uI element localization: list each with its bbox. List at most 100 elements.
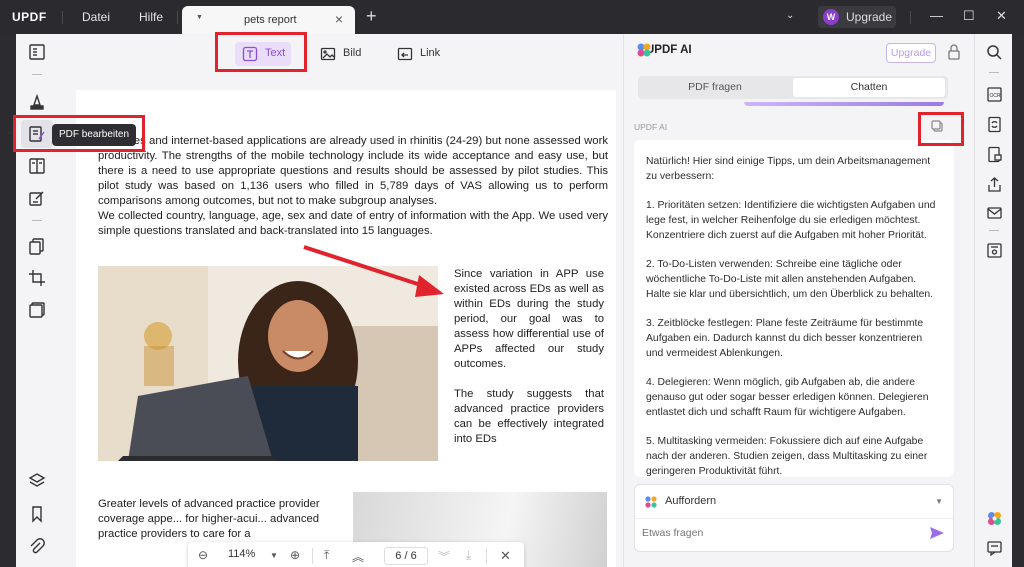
tab-chat[interactable]: Chatten xyxy=(793,78,945,97)
response-paragraph: Natürlich! Hier sind einige Tipps, um de… xyxy=(646,156,931,182)
paragraph[interactable]: The study suggests that advanced practic… xyxy=(454,387,604,447)
annotation-box-edit-tool xyxy=(13,115,145,152)
divider xyxy=(910,11,911,24)
paragraph[interactable]: Since variation in APP use existed acros… xyxy=(454,267,604,372)
zoom-out-icon[interactable]: ⊖ xyxy=(198,548,208,562)
first-page-icon[interactable]: ⤒ xyxy=(324,548,329,563)
divider xyxy=(177,11,178,24)
title-bar: UPDF Datei Hilfe ▼ pets report × + ⌄ W U… xyxy=(0,0,1024,34)
ai-response-bubble: Natürlich! Hier sind einige Tipps, um de… xyxy=(634,140,954,477)
protect-icon[interactable] xyxy=(984,144,1004,164)
convert-icon[interactable] xyxy=(984,114,1004,134)
send-icon[interactable] xyxy=(929,526,945,540)
active-tab-indicator xyxy=(744,102,944,106)
zoom-in-icon[interactable]: ⊕ xyxy=(290,548,300,562)
minimize-button[interactable]: — xyxy=(930,8,943,23)
paragraph[interactable]: We collected country, language, age, sex… xyxy=(98,209,608,239)
divider xyxy=(486,548,487,564)
ai-logo-icon xyxy=(637,43,651,57)
menu-help[interactable]: Hilfe xyxy=(139,10,163,24)
prompt-icon xyxy=(645,496,657,508)
tab-title: pets report xyxy=(244,14,297,26)
comment-highlighter-icon[interactable] xyxy=(27,92,47,112)
ocr-icon[interactable]: OCR xyxy=(984,84,1004,104)
compress-icon[interactable] xyxy=(27,300,47,320)
annotation-box-text-tool xyxy=(215,32,307,72)
divider xyxy=(32,74,42,75)
tab-caret-icon[interactable]: ▼ xyxy=(196,14,203,21)
share-icon[interactable] xyxy=(984,174,1004,194)
previous-page-icon[interactable]: ︽ xyxy=(352,548,364,565)
pdf-page: ...devices and internet-based applicatio… xyxy=(76,90,616,567)
paragraph[interactable]: Greater levels of advanced practice prov… xyxy=(98,497,348,542)
form-edit-icon[interactable] xyxy=(27,188,47,208)
lock-icon[interactable] xyxy=(947,44,961,65)
window-close-button[interactable]: ✕ xyxy=(996,8,1007,24)
page-organize-icon[interactable] xyxy=(27,156,47,176)
tabs-dropdown-icon[interactable]: ⌄ xyxy=(786,10,794,21)
save-icon[interactable] xyxy=(984,240,1004,260)
current-page: 6 xyxy=(395,550,402,562)
prompt-selector[interactable]: Auffordern xyxy=(665,495,716,507)
ai-input-box: Auffordern ▼ xyxy=(634,484,954,552)
avatar: W xyxy=(823,9,839,25)
ask-input[interactable] xyxy=(642,527,912,539)
tab-close-button[interactable]: × xyxy=(335,11,343,27)
search-icon[interactable] xyxy=(984,42,1004,62)
add-tab-button[interactable]: + xyxy=(366,6,377,27)
tab-ask-pdf[interactable]: PDF fragen xyxy=(640,78,790,97)
document-tab[interactable]: ▼ pets report × xyxy=(182,6,355,34)
svg-text:OCR: OCR xyxy=(989,93,1001,99)
app-window: Text Bild Link ...devices and internet-b… xyxy=(16,34,1012,567)
updf-ai-icon[interactable] xyxy=(984,508,1004,528)
link-tool-button[interactable]: Link xyxy=(390,42,442,66)
crop-icon[interactable] xyxy=(27,268,47,288)
document-area: Text Bild Link ...devices and internet-b… xyxy=(59,34,624,567)
response-paragraph: 2. To-Do-Listen verwenden: Schreibe eine… xyxy=(646,259,934,300)
message-sender-label: UPDF AI xyxy=(634,122,668,132)
right-sidebar: OCR xyxy=(974,34,1012,567)
divider xyxy=(312,548,313,564)
next-page-icon[interactable]: ︾ xyxy=(438,548,450,565)
close-nav-icon[interactable]: ✕ xyxy=(500,548,511,564)
ai-upgrade-button[interactable]: Upgrade xyxy=(886,43,936,63)
prompt-dropdown-icon[interactable]: ▼ xyxy=(935,497,943,506)
divider xyxy=(989,230,999,231)
total-pages: 6 xyxy=(410,550,417,562)
upgrade-account-button[interactable]: W Upgrade xyxy=(818,6,896,28)
organize-pages-icon[interactable] xyxy=(27,236,47,256)
divider xyxy=(989,72,999,73)
zoom-level[interactable]: 114% xyxy=(228,548,255,560)
link-tool-label: Link xyxy=(420,47,441,59)
last-page-icon[interactable]: ⤓ xyxy=(466,548,471,563)
ai-tabs: PDF fragen Chatten xyxy=(638,76,948,99)
page-navigation-bar: ⊖ 114% ▼ ⊕ ⤒ ︽ 6 / 6 ︾ ⤓ ✕ xyxy=(188,542,524,567)
divider xyxy=(635,518,953,519)
response-paragraph: 5. Multitasking vermeiden: Fokussiere di… xyxy=(646,436,928,477)
divider xyxy=(32,220,42,221)
image-tool-button[interactable]: Bild xyxy=(313,42,365,66)
chat-comment-icon[interactable] xyxy=(984,538,1004,558)
image-tool-label: Bild xyxy=(343,47,362,59)
response-paragraph: 1. Prioritäten setzen: Identifiziere die… xyxy=(646,200,936,241)
bookmark-icon[interactable] xyxy=(27,504,47,524)
left-sidebar xyxy=(16,34,59,567)
menu-file[interactable]: Datei xyxy=(82,10,110,24)
email-icon[interactable] xyxy=(984,202,1004,222)
divider xyxy=(62,11,63,24)
maximize-button[interactable]: ☐ xyxy=(963,8,975,24)
annotation-box-copy xyxy=(918,112,964,146)
red-arrow-annotation xyxy=(303,245,444,297)
active-indicator-dot xyxy=(8,131,11,134)
reader-icon[interactable] xyxy=(27,42,47,62)
paragraph[interactable]: ...devices and internet-based applicatio… xyxy=(98,134,608,209)
ai-panel-title: UPDF AI xyxy=(637,43,692,57)
layers-icon[interactable] xyxy=(27,471,47,491)
page-indicator[interactable]: 6 / 6 xyxy=(384,547,428,565)
response-paragraph: 3. Zeitblöcke festlegen: Plane feste Zei… xyxy=(646,318,924,359)
app-logo: UPDF xyxy=(12,10,47,24)
zoom-dropdown-icon[interactable]: ▼ xyxy=(270,551,278,560)
upgrade-label: Upgrade xyxy=(846,10,893,24)
attachment-icon[interactable] xyxy=(27,537,47,557)
response-paragraph: 4. Delegieren: Wenn möglich, gib Aufgabe… xyxy=(646,377,929,418)
